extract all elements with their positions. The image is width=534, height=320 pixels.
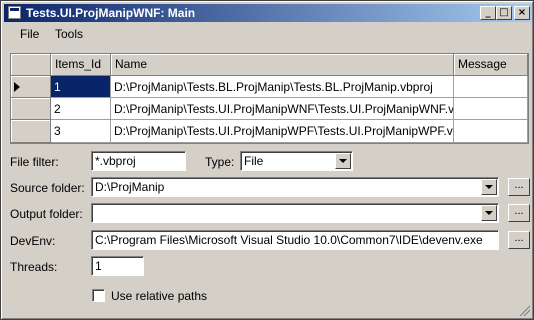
maximize-button[interactable]: □	[496, 6, 512, 20]
cell-name[interactable]: D:\ProjManip\Tests.BL.ProjManip\Tests.BL…	[111, 76, 454, 98]
dropdown-arrow-icon[interactable]	[481, 179, 497, 195]
output-folder-combo[interactable]	[91, 203, 499, 223]
type-select[interactable]: File	[240, 151, 353, 171]
minimize-button[interactable]: _	[480, 6, 496, 20]
dropdown-arrow-icon[interactable]	[335, 153, 351, 169]
cell-items-id[interactable]: 3	[51, 120, 111, 143]
cell-message[interactable]	[454, 98, 528, 120]
column-header-name[interactable]: Name	[111, 54, 454, 76]
minimize-icon: _	[485, 7, 491, 18]
size-grip-icon[interactable]	[518, 304, 530, 316]
threads-label: Threads:	[10, 260, 58, 274]
source-folder-browse-button[interactable]: ...	[508, 178, 530, 196]
cell-name[interactable]: D:\ProjManip\Tests.UI.ProjManipWNF\Tests…	[111, 98, 454, 120]
close-icon: ×	[517, 7, 527, 18]
source-folder-label: Source folder:	[10, 181, 85, 195]
dropdown-arrow-icon[interactable]	[481, 205, 497, 221]
menu-tools[interactable]: Tools	[55, 27, 83, 41]
window-title: Tests.UI.ProjManipWNF: Main	[26, 6, 196, 20]
relative-paths-checkbox[interactable]	[92, 289, 105, 302]
column-header-items-id[interactable]: Items_Id	[51, 54, 111, 76]
cell-items-id[interactable]: 2	[51, 98, 111, 120]
row-header[interactable]	[11, 76, 51, 98]
cell-message[interactable]	[454, 120, 528, 143]
devenv-browse-button[interactable]: ...	[508, 231, 530, 249]
devenv-label: DevEnv:	[10, 234, 56, 248]
menu-file[interactable]: File	[20, 27, 39, 41]
file-filter-input[interactable]: *.vbproj	[91, 151, 186, 171]
column-header-message[interactable]: Message	[454, 54, 528, 76]
type-select-value: File	[244, 154, 264, 168]
threads-input[interactable]: 1	[91, 256, 144, 276]
output-folder-browse-button[interactable]: ...	[508, 204, 530, 222]
devenv-input[interactable]: C:\Program Files\Microsoft Visual Studio…	[91, 230, 499, 250]
main-window: Tests.UI.ProjManipWNF: Main _ □ × File T…	[0, 0, 534, 320]
row-header[interactable]	[11, 98, 51, 120]
row-header[interactable]	[11, 120, 51, 143]
app-icon[interactable]	[8, 6, 21, 19]
cell-message[interactable]	[454, 76, 528, 98]
menu-bar: File Tools	[4, 23, 532, 45]
type-label: Type:	[205, 155, 235, 169]
title-bar[interactable]: Tests.UI.ProjManipWNF: Main _ □ ×	[4, 4, 532, 22]
items-grid[interactable]: Items_Id Name Message 1 D:\ProjManip\Tes…	[10, 53, 529, 144]
source-folder-combo[interactable]: D:\ProjManip	[91, 177, 499, 197]
cell-items-id[interactable]: 1	[51, 76, 111, 98]
cell-name[interactable]: D:\ProjManip\Tests.UI.ProjManipWPF\Tests…	[111, 120, 454, 143]
current-row-arrow-icon	[14, 82, 20, 92]
maximize-icon: □	[499, 7, 509, 18]
close-button[interactable]: ×	[514, 6, 530, 20]
relative-paths-label[interactable]: Use relative paths	[111, 289, 207, 303]
file-filter-label: File filter:	[10, 155, 59, 169]
grid-corner-header[interactable]	[11, 54, 51, 76]
output-folder-label: Output folder:	[10, 207, 83, 221]
source-folder-value: D:\ProjManip	[95, 180, 165, 194]
